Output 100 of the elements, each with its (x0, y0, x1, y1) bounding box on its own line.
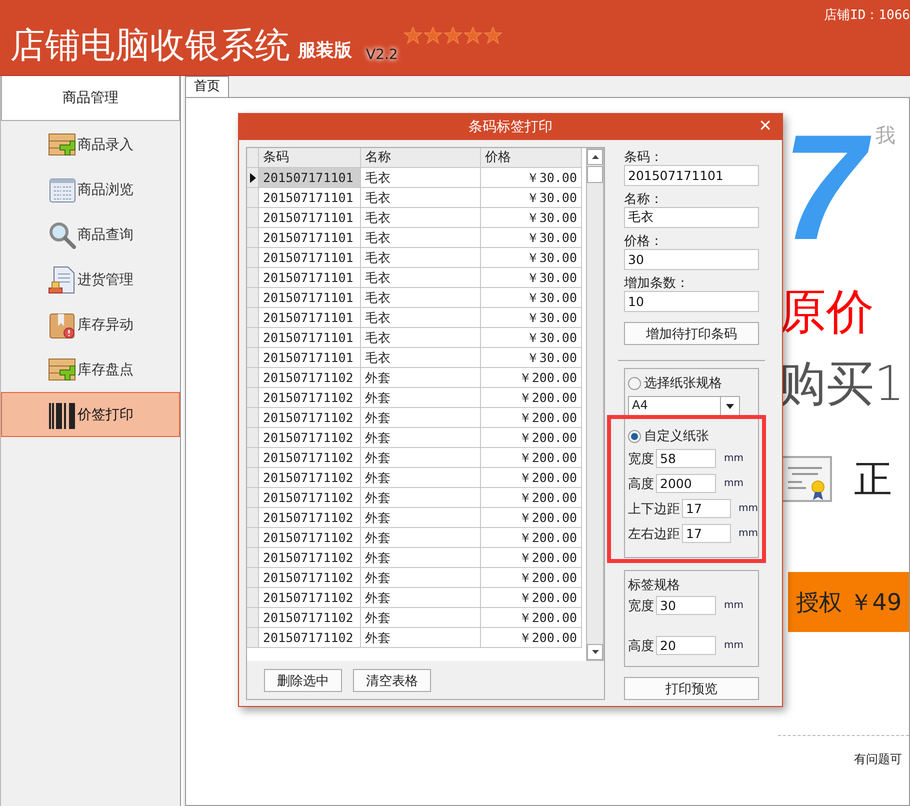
sidebar-item[interactable]: 商品浏览 (1, 167, 180, 212)
row-header-cell[interactable] (247, 428, 259, 448)
row-header-cell[interactable] (247, 188, 259, 208)
table-cell: ￥200.00 (481, 608, 582, 628)
add-barcode-button[interactable]: 增加待打印条码 (624, 322, 759, 345)
table-cell: ￥200.00 (481, 528, 582, 548)
input-field[interactable]: 17 (682, 524, 731, 543)
table-window-icon (48, 176, 76, 204)
price-button[interactable]: 授权 ￥49 (788, 572, 909, 632)
row-header-cell[interactable] (247, 388, 259, 408)
unit-label: mm (724, 453, 744, 464)
row-header-cell[interactable] (247, 308, 259, 328)
table-cell: 201507171101 (259, 228, 361, 248)
table-button[interactable]: 删除选中 (264, 669, 342, 692)
row-header-cell[interactable] (247, 508, 259, 528)
row-header-cell[interactable] (247, 348, 259, 368)
row-header-cell[interactable] (247, 228, 259, 248)
input-field[interactable]: 20 (656, 636, 716, 655)
promo-text: 我 (875, 122, 896, 149)
version-label: V2.2 (366, 47, 398, 63)
table-cell: 201507171101 (259, 348, 361, 368)
table-cell: 毛衣 (361, 208, 481, 228)
caret-down-icon (726, 404, 734, 408)
table-cell: 201507171102 (259, 628, 361, 648)
document-stamp-icon (48, 266, 76, 294)
table-cell: 201507171102 (259, 528, 361, 548)
row-header-cell[interactable] (247, 468, 259, 488)
table-button[interactable]: 清空表格 (353, 669, 431, 692)
table-cell: ￥200.00 (481, 448, 582, 468)
row-header-cell[interactable] (247, 588, 259, 608)
close-button[interactable]: ✕ (754, 116, 776, 136)
sidebar-item[interactable]: 商品录入 (1, 122, 180, 167)
row-header-cell[interactable] (247, 628, 259, 648)
barcode-icon (48, 400, 76, 428)
column-header[interactable]: 条码 (259, 148, 361, 168)
unit-label: mm (738, 503, 758, 514)
scroll-up-button[interactable] (587, 149, 603, 165)
row-header-cell[interactable] (247, 608, 259, 628)
row-header-cell[interactable] (247, 288, 259, 308)
input-field[interactable]: 30 (624, 249, 759, 270)
star-icon (484, 27, 502, 44)
table-cell: 毛衣 (361, 168, 481, 188)
radio-button[interactable] (628, 430, 641, 442)
print-preview-button[interactable]: 打印预览 (624, 677, 759, 700)
edition-label: 服装版 (298, 39, 352, 62)
table-cell: 201507171102 (259, 428, 361, 448)
sidebar-heading: 商品管理 (1, 76, 180, 121)
row-header-cell[interactable] (247, 488, 259, 508)
table-cell: ￥30.00 (481, 328, 582, 348)
table-cell: 201507171101 (259, 308, 361, 328)
table-cell: 201507171101 (259, 328, 361, 348)
star-icon (444, 27, 462, 44)
table-cell: ￥200.00 (481, 488, 582, 508)
sidebar-item[interactable]: 库存盘点 (1, 347, 180, 392)
row-header-cell[interactable] (247, 368, 259, 388)
column-header[interactable]: 价格 (481, 148, 582, 168)
row-header-cell[interactable] (247, 528, 259, 548)
table-cell: 201507171102 (259, 588, 361, 608)
row-header-cell[interactable] (247, 208, 259, 228)
input-field[interactable]: 58 (656, 449, 716, 468)
input-field[interactable]: 17 (682, 499, 731, 518)
table-cell: 外套 (361, 528, 481, 548)
sidebar-item[interactable]: 价签打印 (1, 392, 180, 437)
paper-size-dropdown[interactable]: A4 (628, 396, 740, 416)
input-field[interactable]: 30 (656, 596, 716, 615)
table-cell: 外套 (361, 428, 481, 448)
column-header[interactable]: 名称 (361, 148, 481, 168)
sidebar-item[interactable]: 商品查询 (1, 212, 180, 257)
row-header-cell[interactable] (247, 328, 259, 348)
scrollbar[interactable] (586, 148, 604, 661)
table-cell: ￥30.00 (481, 168, 582, 188)
star-icon (424, 27, 442, 44)
input-field[interactable]: 毛衣 (624, 207, 759, 228)
row-pointer-icon (250, 172, 256, 182)
field-label: 高度 (628, 476, 654, 492)
input-field[interactable]: 201507171101 (624, 165, 759, 186)
input-field[interactable]: 2000 (656, 474, 716, 493)
row-header-cell[interactable] (247, 168, 259, 188)
row-header-cell (247, 148, 259, 168)
table-cell: 毛衣 (361, 268, 481, 288)
page-tab[interactable]: 首页 (185, 76, 229, 97)
table-cell: 外套 (361, 468, 481, 488)
row-header-cell[interactable] (247, 248, 259, 268)
scroll-down-button[interactable] (587, 644, 603, 660)
table-cell: 201507171102 (259, 548, 361, 568)
sidebar-item[interactable]: 进货管理 (1, 257, 180, 302)
table-cell: 外套 (361, 448, 481, 468)
table-cell: ￥200.00 (481, 468, 582, 488)
row-header-cell[interactable] (247, 568, 259, 588)
radio-button[interactable] (628, 376, 641, 390)
dialog-title: 条码标签打印 (468, 118, 552, 136)
scrollbar-thumb[interactable] (587, 166, 603, 183)
row-header-cell[interactable] (247, 448, 259, 468)
sidebar-item[interactable]: 库存异动 (1, 302, 180, 347)
input-field[interactable]: 10 (624, 291, 759, 312)
row-header-cell[interactable] (247, 548, 259, 568)
table-cell: 外套 (361, 628, 481, 648)
row-header-cell[interactable] (247, 408, 259, 428)
unit-label: mm (724, 478, 744, 489)
row-header-cell[interactable] (247, 268, 259, 288)
